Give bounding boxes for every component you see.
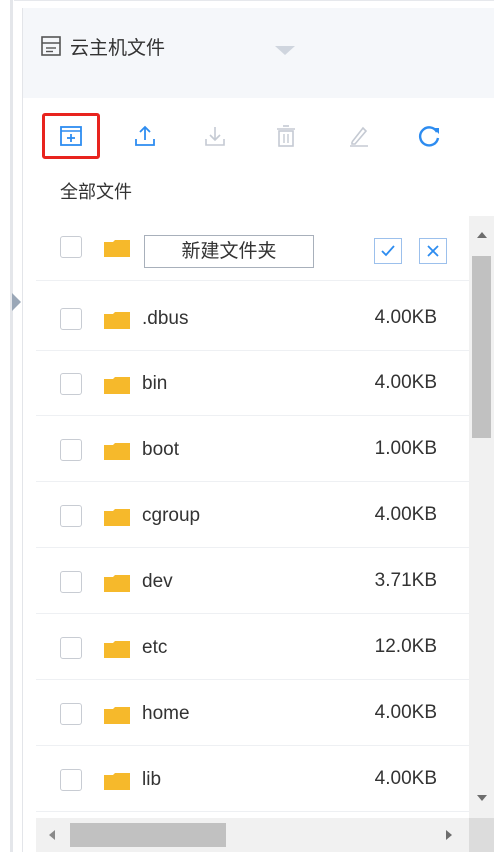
close-icon [427,245,439,257]
file-size: 4.00KB [374,702,437,723]
file-name[interactable]: dev [142,571,173,593]
folder-icon [104,773,130,790]
file-name[interactable]: .dbus [142,308,188,330]
file-row[interactable]: bin 4.00KB [36,351,469,416]
upload-button[interactable] [129,120,161,152]
server-file-icon [41,36,61,56]
file-size: 3.71KB [374,570,437,591]
folder-icon [104,509,130,526]
folder-icon [104,575,130,592]
tab-label: 云主机文件 [70,37,166,59]
collapse-panel-icon[interactable] [12,293,21,311]
row-checkbox[interactable] [60,236,82,258]
vertical-scroll-thumb[interactable] [472,256,491,438]
folder-icon [104,707,130,724]
row-checkbox[interactable] [60,703,82,725]
file-row[interactable]: home 4.00KB [36,681,469,746]
refresh-icon [418,126,440,147]
file-size: 12.0KB [374,636,437,657]
tab-server-files[interactable]: 云主机文件 [40,28,165,64]
rename-button[interactable] [343,120,375,152]
folder-icon [104,377,130,394]
trash-icon [277,125,295,147]
new-folder-name-input[interactable]: 新建文件夹 [144,235,314,268]
horizontal-scrollbar[interactable] [36,818,469,852]
new-folder-row: 新建文件夹 [36,216,469,281]
folder-icon [104,443,130,460]
file-size: 4.00KB [374,504,437,525]
check-icon [381,245,395,257]
scroll-down-icon[interactable] [477,795,487,801]
file-row[interactable]: dev 3.71KB [36,549,469,614]
vertical-scrollbar[interactable] [469,216,494,818]
refresh-button[interactable] [413,120,445,152]
scroll-up-icon[interactable] [477,232,487,238]
delete-button[interactable] [270,120,302,152]
file-size: 1.00KB [374,438,437,459]
file-size: 4.00KB [374,768,437,789]
file-row[interactable]: boot 1.00KB [36,417,469,482]
file-name[interactable]: cgroup [142,505,200,527]
chevron-down-icon[interactable] [275,46,295,55]
left-rail-edge [10,0,13,852]
row-checkbox[interactable] [60,637,82,659]
scroll-right-icon[interactable] [446,830,452,840]
file-row[interactable]: etc 12.0KB [36,615,469,680]
horizontal-scroll-thumb[interactable] [70,823,226,847]
upload-icon [135,125,155,146]
file-row[interactable]: .dbus 4.00KB [36,286,469,351]
scroll-left-icon[interactable] [49,830,55,840]
row-checkbox[interactable] [60,308,82,330]
row-checkbox[interactable] [60,373,82,395]
file-name[interactable]: boot [142,439,179,461]
file-size: 4.00KB [374,307,437,328]
row-checkbox[interactable] [60,439,82,461]
new-folder-highlight [42,113,100,159]
cancel-button[interactable] [419,238,447,264]
pencil-icon [350,126,368,147]
folder-icon [104,641,130,658]
file-size: 4.00KB [374,372,437,393]
confirm-button[interactable] [374,238,402,264]
file-row[interactable]: lib 4.00KB [36,747,469,812]
download-icon [205,127,225,146]
file-name[interactable]: bin [142,373,167,395]
file-row[interactable]: cgroup 4.00KB [36,483,469,548]
folder-icon [104,240,130,257]
row-checkbox[interactable] [60,769,82,791]
left-rail [0,0,14,852]
file-name[interactable]: lib [142,769,161,791]
scrollbar-corner [469,818,494,852]
file-name[interactable]: home [142,703,190,725]
top-border [14,0,494,1]
breadcrumb[interactable]: 全部文件 [60,178,132,204]
row-checkbox[interactable] [60,505,82,527]
file-list: 新建文件夹 .dbus 4.00KB bin 4.00KB boot 1.00K… [36,216,469,818]
download-button[interactable] [199,120,231,152]
file-name[interactable]: etc [142,637,167,659]
folder-icon [104,312,130,329]
row-checkbox[interactable] [60,571,82,593]
